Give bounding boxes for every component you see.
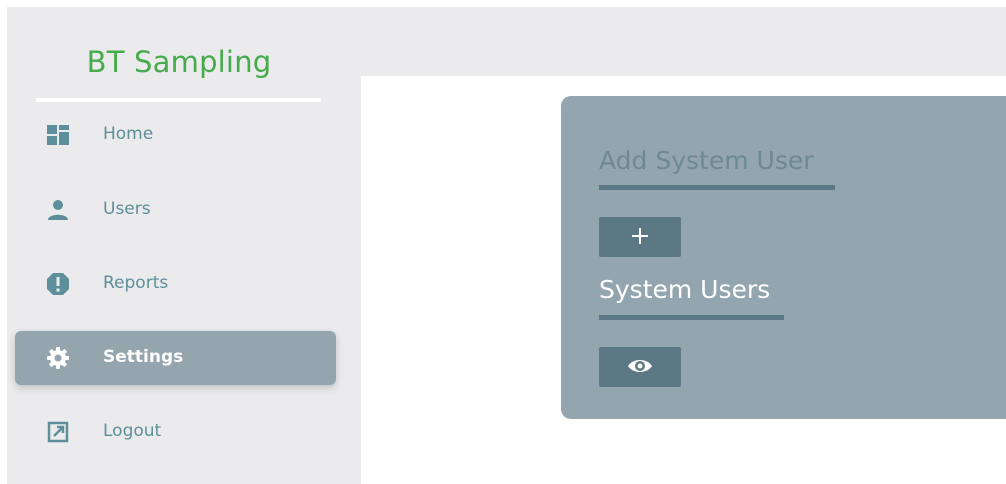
gear-icon — [45, 345, 71, 371]
sidebar-item-label: Users — [103, 199, 151, 219]
app-shell: BT Sampling Home Users Reports Settings … — [7, 7, 1006, 484]
add-user-button[interactable] — [599, 217, 681, 257]
sidebar-item-home[interactable]: Home — [15, 108, 336, 162]
system-users-card: Add System User System Users — [561, 96, 1006, 419]
plus-icon — [631, 227, 649, 248]
external-link-icon — [45, 419, 71, 445]
view-users-button[interactable] — [599, 347, 681, 387]
sidebar-item-label: Home — [103, 124, 154, 144]
add-system-user-title: Add System User — [599, 146, 814, 175]
main-content: Add System User System Users — [361, 76, 1006, 484]
sidebar-item-logout[interactable]: Logout — [15, 405, 336, 459]
system-users-title: System Users — [599, 275, 771, 304]
sidebar-item-label: Logout — [103, 421, 162, 441]
sidebar-item-label: Settings — [103, 347, 184, 367]
eye-icon — [626, 356, 654, 379]
user-icon — [45, 197, 71, 223]
brand-divider — [36, 98, 321, 102]
alert-icon — [45, 271, 71, 297]
sidebar-item-users[interactable]: Users — [15, 183, 336, 237]
sidebar-item-settings[interactable]: Settings — [15, 331, 336, 385]
sidebar-item-label: Reports — [103, 273, 169, 293]
add-title-underline — [599, 185, 835, 190]
brand-title: BT Sampling — [86, 45, 272, 79]
dashboard-icon — [45, 122, 71, 148]
users-title-underline — [599, 315, 784, 320]
sidebar-item-reports[interactable]: Reports — [15, 257, 336, 311]
